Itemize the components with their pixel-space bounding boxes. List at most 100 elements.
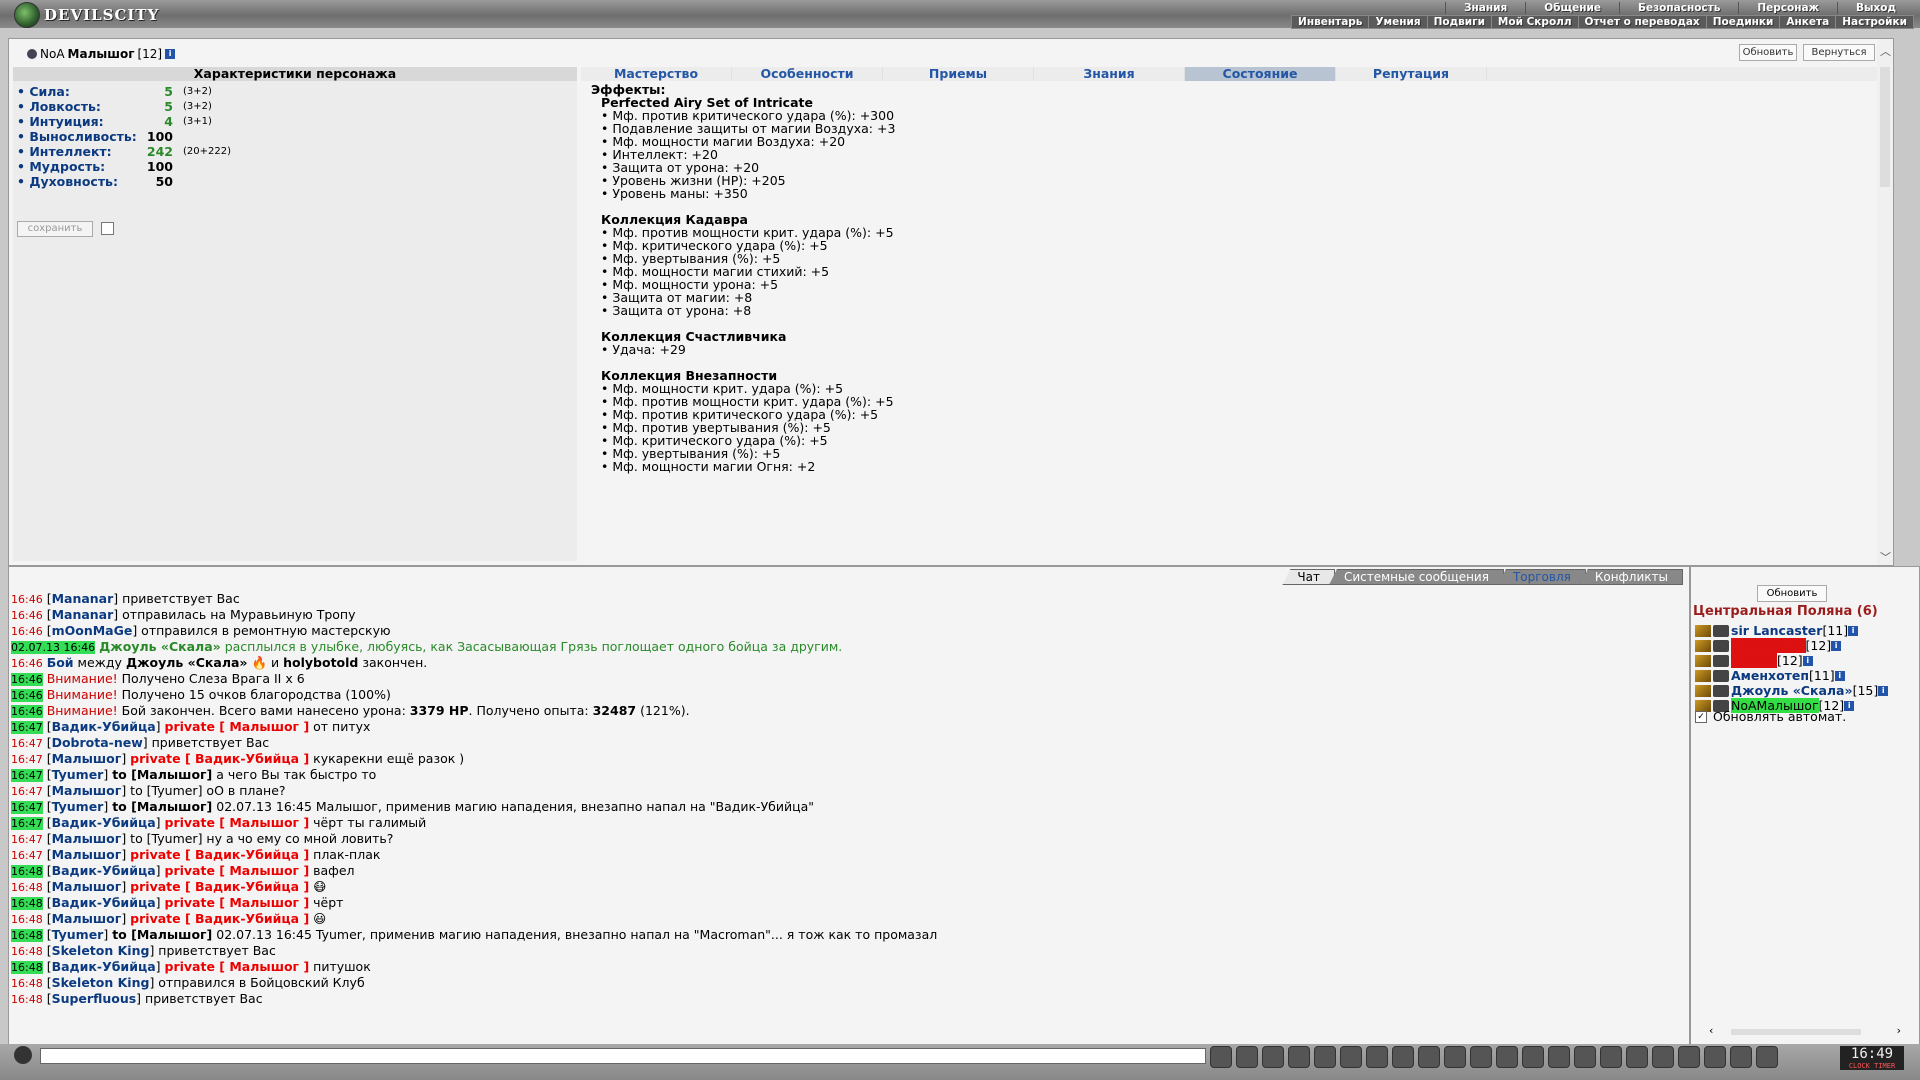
stat-row: • Духовность: 50: [17, 174, 317, 189]
clan-icon: [27, 49, 37, 59]
online-user[interactable]: sir Lancaster [11] i: [1695, 623, 1859, 638]
tab[interactable]: Состояние: [1185, 67, 1336, 81]
scroll-left-icon[interactable]: ‹: [1709, 1024, 1713, 1037]
chat-tab[interactable]: Системные сообщения: [1328, 569, 1504, 585]
toolbar-icon[interactable]: [1340, 1046, 1362, 1068]
toolbar-icon[interactable]: [1392, 1046, 1414, 1068]
chat-time: 16:47: [11, 753, 43, 766]
online-refresh-button[interactable]: Обновить: [1757, 585, 1827, 602]
return-button[interactable]: Вернуться: [1803, 44, 1875, 61]
online-user-name[interactable]: Tyumer: [1731, 653, 1778, 668]
online-user[interactable]: Superfluous [12] i: [1695, 638, 1842, 653]
effect-group: Perfected Airy Set of Intricate • Мф. про…: [601, 96, 1883, 200]
sub-menu-item[interactable]: Поединки: [1705, 15, 1781, 29]
top-menu-item[interactable]: Знания: [1445, 2, 1525, 14]
auto-refresh[interactable]: ✓ Обновлять автомат.: [1695, 709, 1846, 724]
save-checkbox[interactable]: [101, 222, 114, 235]
scroll-down-icon[interactable]: ﹀: [1880, 549, 1891, 565]
sub-menu-item[interactable]: Анкета: [1779, 15, 1837, 29]
info-icon[interactable]: i: [165, 49, 176, 59]
info-icon[interactable]: i: [1848, 625, 1859, 636]
toolbar-icon[interactable]: [1678, 1046, 1700, 1068]
info-icon[interactable]: i: [1834, 670, 1845, 681]
tab[interactable]: Репутация: [1336, 67, 1487, 81]
vertical-scrollbar[interactable]: ︿ ﹀: [1877, 39, 1893, 565]
chat-text: ]: [103, 927, 113, 942]
toolbar-icon[interactable]: [1730, 1046, 1752, 1068]
top-menu-item[interactable]: Выход: [1837, 2, 1914, 14]
chat-line: 16:47 [Малышог] to [Tyumer] ну а чо ему …: [11, 831, 937, 847]
toolbar-icon[interactable]: [1288, 1046, 1310, 1068]
save-button[interactable]: сохранить: [17, 221, 93, 237]
sub-menu-item[interactable]: Отчет о переводах: [1577, 15, 1707, 29]
toolbar-icon[interactable]: [1236, 1046, 1258, 1068]
toolbar-icon[interactable]: [1470, 1046, 1492, 1068]
tab[interactable]: Знания: [1034, 67, 1185, 81]
online-user[interactable]: Аменхотеп [11] i: [1695, 668, 1845, 683]
chat-text: private [ Малышог ]: [164, 863, 310, 878]
toolbar-icon[interactable]: [1626, 1046, 1648, 1068]
tab[interactable]: Приемы: [883, 67, 1034, 81]
online-user[interactable]: Tyumer [12] i: [1695, 653, 1813, 668]
tab[interactable]: Мастерство: [581, 67, 732, 81]
online-user[interactable]: Джоуль «Скала» [15] i: [1695, 683, 1889, 698]
toolbar-icon[interactable]: [1756, 1046, 1778, 1068]
scroll-up-icon[interactable]: ︿: [1880, 43, 1891, 59]
toolbar-icon[interactable]: [1600, 1046, 1622, 1068]
toolbar-icon[interactable]: [1574, 1046, 1596, 1068]
stat-name: • Мудрость:: [17, 159, 106, 174]
toolbar-icon[interactable]: [1314, 1046, 1336, 1068]
toolbar-icon[interactable]: [1262, 1046, 1284, 1068]
stat-row: • Интеллект: 242 (20+222): [17, 144, 317, 159]
toolbar-icon[interactable]: [1496, 1046, 1518, 1068]
refresh-button[interactable]: Обновить: [1739, 44, 1797, 61]
toolbar-icon[interactable]: [1210, 1046, 1232, 1068]
chat-text: ] приветствует Вас: [113, 591, 240, 606]
scroll-thumb[interactable]: [1880, 67, 1890, 187]
online-user-name[interactable]: Аменхотеп: [1731, 668, 1809, 683]
info-icon[interactable]: i: [1831, 640, 1842, 651]
auto-refresh-checkbox[interactable]: ✓: [1695, 710, 1707, 723]
online-user-name[interactable]: Superfluous: [1731, 638, 1806, 653]
scroll-right-icon[interactable]: ›: [1897, 1024, 1901, 1037]
chat-time: 16:47: [11, 769, 43, 782]
online-user-name[interactable]: Джоуль «Скала»: [1731, 683, 1853, 698]
toolbar-icon[interactable]: [1522, 1046, 1544, 1068]
info-icon[interactable]: i: [1802, 655, 1813, 666]
toolbar-icon[interactable]: [1652, 1046, 1674, 1068]
chat-tab[interactable]: Торговля: [1497, 569, 1586, 585]
chat-text: Джоуль «Скала»: [125, 655, 248, 670]
top-menu-item[interactable]: Общение: [1525, 2, 1619, 14]
toolbar-icon[interactable]: [1418, 1046, 1440, 1068]
sub-menu-item[interactable]: Умения: [1368, 15, 1428, 29]
chat-text: (121%).: [636, 703, 690, 718]
auto-refresh-label: Обновлять автомат.: [1713, 709, 1847, 724]
chat-text: to [Малышог]: [112, 927, 213, 942]
toolbar-icon[interactable]: [1704, 1046, 1726, 1068]
scroll-bar[interactable]: [1731, 1029, 1861, 1035]
toolbar-icon[interactable]: [1366, 1046, 1388, 1068]
top-menu-item[interactable]: Персонаж: [1738, 2, 1837, 14]
online-user-name[interactable]: sir Lancaster: [1731, 623, 1822, 638]
chat-line: 16:47 [Малышог] to [Tyumer] оО в плане?: [11, 783, 937, 799]
top-menu: Знания Общение Безопасность Персонаж Выход: [1445, 2, 1914, 14]
smiley-icon[interactable]: [14, 1046, 32, 1064]
effects-panel: Эффекты: Perfected Airy Set of Intricate •…: [583, 83, 1883, 561]
stat-row: • Мудрость: 100: [17, 159, 317, 174]
sub-menu-item[interactable]: Подвиги: [1426, 15, 1492, 29]
chat-input[interactable]: [40, 1048, 1206, 1064]
top-menu-item[interactable]: Безопасность: [1618, 2, 1738, 14]
sub-menu-item[interactable]: Инвентарь: [1291, 15, 1370, 29]
chat-tab[interactable]: Чат: [1282, 569, 1335, 585]
sub-menu-item[interactable]: Мой Скролл: [1490, 15, 1579, 29]
tab[interactable]: Особенности: [732, 67, 883, 81]
chat-text: private [ Вадик-Убийца ]: [130, 847, 310, 862]
chat-text: Mananar: [51, 607, 114, 622]
chat-text: Бой закончен. Всего вами нанесено урона:: [117, 703, 410, 718]
chat-tab[interactable]: Конфликты: [1579, 569, 1683, 585]
toolbar-icon[interactable]: [1548, 1046, 1570, 1068]
horizontal-scrollbar[interactable]: ‹ ›: [1709, 1024, 1901, 1037]
sub-menu-item[interactable]: Настройки: [1835, 15, 1914, 29]
info-icon[interactable]: i: [1878, 685, 1889, 696]
toolbar-icon[interactable]: [1444, 1046, 1466, 1068]
